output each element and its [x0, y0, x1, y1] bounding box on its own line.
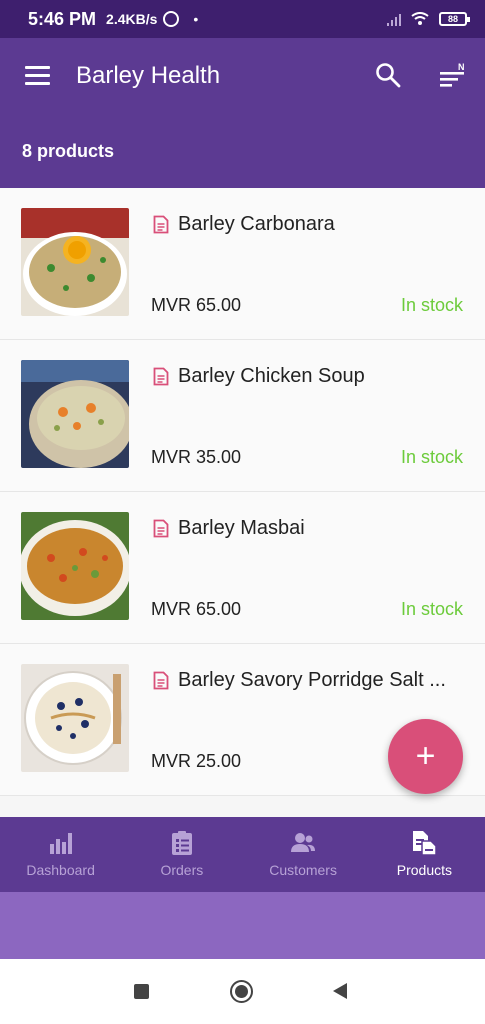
- product-name: Barley Masbai: [178, 517, 305, 539]
- document-icon: [153, 671, 169, 690]
- product-count: 8 products: [22, 141, 115, 161]
- product-image: [21, 512, 129, 620]
- status-icons: 88: [387, 12, 470, 26]
- bar-chart-icon: [49, 833, 72, 854]
- tab-customers[interactable]: Customers: [243, 817, 364, 892]
- tab-label: Customers: [269, 862, 337, 878]
- product-list: Barley Carbonara MVR 65.00 In stock Barl…: [0, 188, 485, 796]
- page-title: Barley Health: [76, 62, 221, 89]
- document-icon: [153, 215, 169, 234]
- status-bar: 5:46 PM 2.4KB/s • 88: [0, 0, 485, 38]
- product-image: [21, 208, 129, 316]
- product-item[interactable]: Barley Carbonara MVR 65.00 In stock: [0, 188, 485, 340]
- document-icon: [153, 519, 169, 538]
- document-icon: [153, 367, 169, 386]
- product-price: MVR 65.00: [151, 295, 242, 315]
- recent-apps-button[interactable]: [134, 984, 149, 999]
- clipboard-icon: [171, 831, 192, 855]
- wifi-icon: [411, 12, 429, 25]
- tab-products[interactable]: Products: [364, 817, 485, 892]
- network-speed: 2.4KB/s: [106, 11, 158, 27]
- tab-label: Products: [396, 862, 452, 878]
- product-price: MVR 65.00: [151, 599, 242, 619]
- product-name: Barley Chicken Soup: [178, 365, 365, 387]
- system-navigation-bar: [0, 959, 485, 1024]
- tab-orders[interactable]: Orders: [121, 817, 242, 892]
- people-icon: [291, 833, 316, 852]
- documents-icon: [413, 831, 438, 856]
- product-price: MVR 35.00: [151, 447, 242, 467]
- svg-text:N: N: [458, 62, 465, 72]
- signal-icon: [387, 12, 401, 26]
- product-price: MVR 25.00: [151, 751, 242, 771]
- back-button[interactable]: [333, 983, 347, 999]
- product-name: Barley Savory Porridge Salt ...: [178, 669, 446, 691]
- stock-status: In stock: [400, 447, 463, 467]
- tab-label: Orders: [160, 862, 204, 878]
- home-button[interactable]: [230, 980, 253, 1003]
- product-item[interactable]: Barley Masbai MVR 65.00 In stock: [0, 492, 485, 644]
- bottom-spacer: [0, 892, 485, 959]
- app-bar: Barley Health N 8 products: [0, 38, 485, 188]
- stock-status: In stock: [400, 599, 463, 619]
- viber-icon: [163, 11, 180, 27]
- bottom-navigation: Dashboard Orders Customers Products: [0, 817, 485, 892]
- product-name: Barley Carbonara: [178, 213, 335, 235]
- status-time: 5:46 PM: [28, 8, 97, 29]
- tab-label: Dashboard: [26, 862, 95, 878]
- sort-icon[interactable]: N: [439, 62, 467, 88]
- plus-icon: +: [415, 737, 436, 775]
- add-product-button[interactable]: +: [388, 719, 463, 794]
- search-icon[interactable]: [375, 62, 401, 88]
- notification-dot: •: [193, 11, 199, 27]
- product-image: [21, 360, 129, 468]
- hamburger-menu-icon[interactable]: [25, 66, 50, 86]
- stock-status: In stock: [400, 295, 463, 315]
- tab-dashboard[interactable]: Dashboard: [0, 817, 121, 892]
- battery-icon: 88: [439, 12, 470, 26]
- product-item[interactable]: Barley Chicken Soup MVR 35.00 In stock: [0, 340, 485, 492]
- product-image: [21, 664, 129, 772]
